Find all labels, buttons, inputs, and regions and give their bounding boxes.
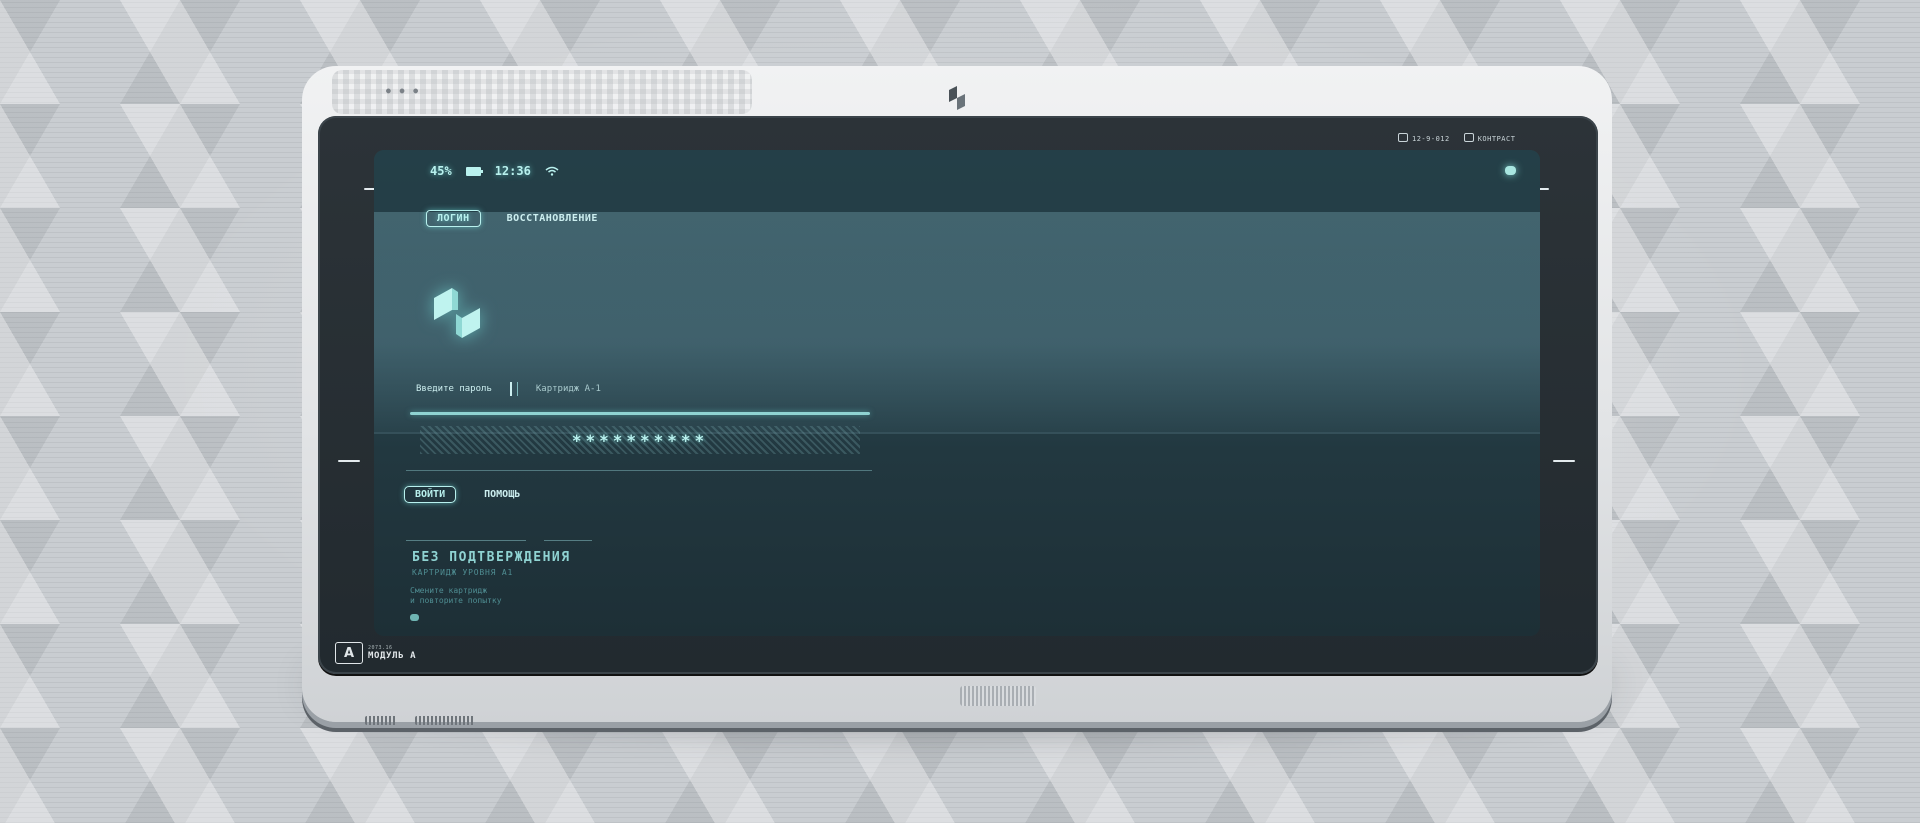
- cartridge-label: Картридж А-1: [535, 384, 601, 394]
- form-actions: ВОЙТИ ПОМОЩЬ: [404, 486, 520, 503]
- bezel-indicators: 12-9-012 КОНТРАСТ: [1398, 133, 1515, 143]
- notice-rule-long: [406, 540, 526, 541]
- password-field-row: Введите пароль Картридж А-1: [416, 382, 601, 396]
- notice-rule-short: [544, 540, 592, 541]
- auth-tabs: ЛОГИН ВОССТАНОВЛЕНИЕ: [426, 210, 598, 227]
- password-label: Введите пароль: [416, 384, 492, 394]
- notice-title: БЕЗ ПОДТВЕРЖДЕНИЯ: [412, 550, 571, 565]
- serial-indicator: 12-9-012: [1398, 133, 1450, 143]
- battery-icon: [465, 166, 483, 176]
- text-cursor-icon: [509, 382, 518, 396]
- status-indicator-icon: [1505, 166, 1516, 175]
- module-label: 2073.16 МОДУЛЬ А: [368, 645, 416, 661]
- screen: 45% 12:36 ЛОГИН ВОССТАНОВЛЕНИЕ Введите п…: [374, 150, 1540, 636]
- notice-rule: [406, 540, 592, 541]
- clock: 12:36: [494, 164, 531, 178]
- status-bar-band: [374, 150, 1540, 212]
- tab-login[interactable]: ЛОГИН: [426, 210, 481, 227]
- battery-percent: 45%: [430, 164, 452, 178]
- password-input[interactable]: **********: [420, 426, 860, 454]
- half-circle-icon: [1398, 133, 1408, 142]
- device-logo-icon: [949, 86, 965, 110]
- speaker-grille-right: [415, 716, 475, 725]
- brand-logo-icon: [434, 288, 480, 338]
- screen-glare: [374, 212, 1540, 432]
- form-divider: [406, 470, 872, 471]
- login-button[interactable]: ВОЙТИ: [404, 486, 457, 503]
- contrast-indicator: КОНТРАСТ: [1463, 133, 1516, 143]
- module-name: МОДУЛЬ А: [368, 651, 417, 661]
- notice-line-1: Смените картридж: [410, 586, 488, 595]
- module-badge: A: [335, 642, 363, 664]
- hinge-strip: [960, 686, 1036, 706]
- bezel-tick-left-mid: [338, 460, 360, 462]
- notice-indicator-icon: [410, 614, 419, 621]
- notice-subtitle: КАРТРИДЖ УРОВНЯ А1: [412, 568, 514, 577]
- password-field-underline: [410, 412, 870, 415]
- top-indicator-dots: ● ● ●: [386, 86, 421, 95]
- tab-recovery[interactable]: ВОССТАНОВЛЕНИЕ: [507, 213, 598, 224]
- help-link[interactable]: ПОМОЩЬ: [484, 489, 520, 500]
- status-bar: 45% 12:36: [430, 164, 559, 178]
- notice-line-2: и повторите попытку: [410, 596, 502, 605]
- speaker-grille-left: [365, 716, 397, 725]
- notice-body: Смените картридж и повторите попытку: [410, 586, 502, 606]
- bezel-tick-right-mid: [1553, 460, 1575, 462]
- wifi-icon: [545, 166, 559, 176]
- contrast-icon: [1463, 133, 1474, 142]
